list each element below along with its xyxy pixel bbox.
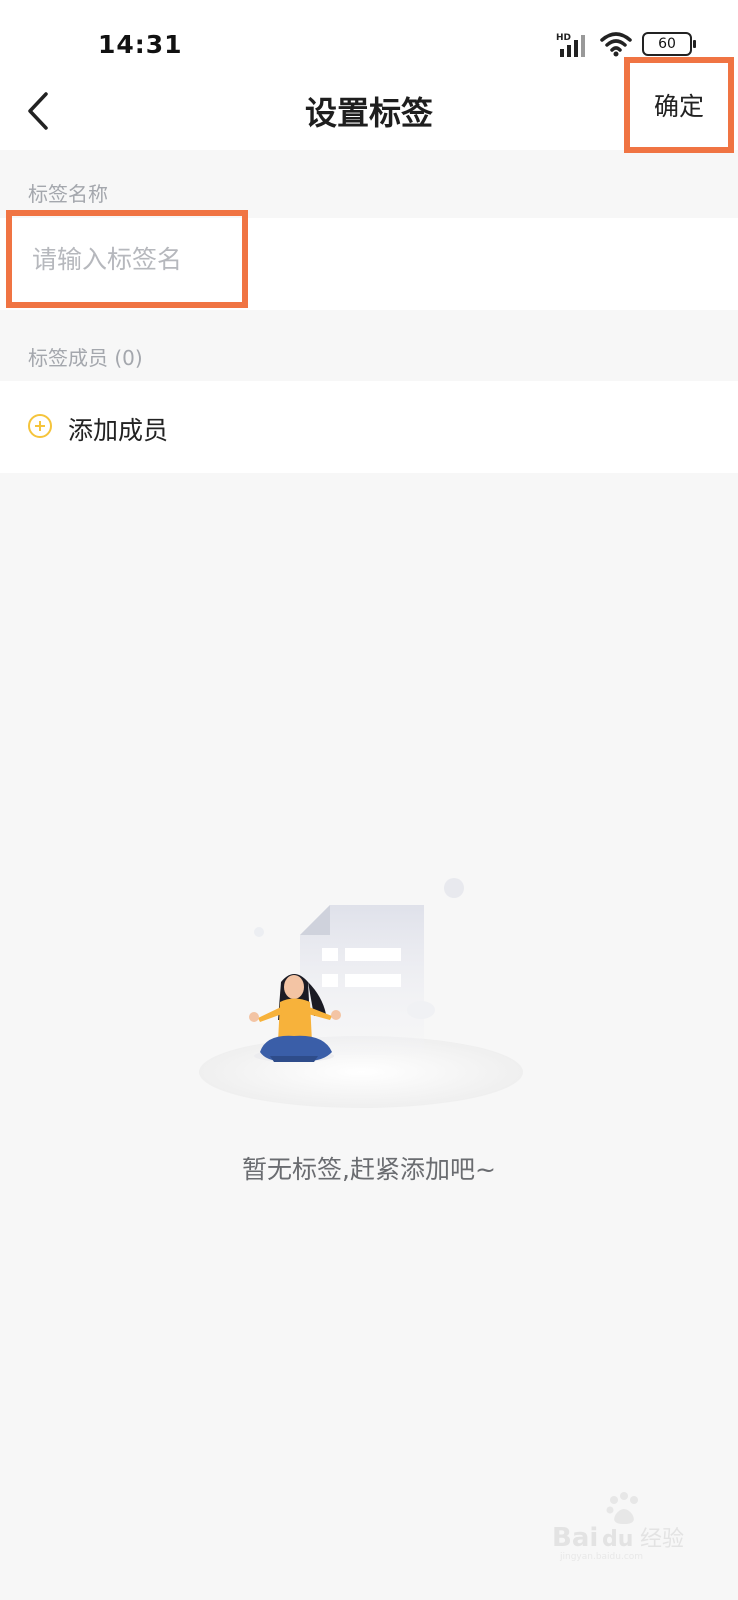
empty-state-illustration	[199, 878, 523, 1108]
svg-text:jingyan.baidu.com: jingyan.baidu.com	[559, 1552, 643, 1562]
wifi-icon	[600, 32, 632, 57]
add-member-button[interactable]: 添加成员	[0, 381, 738, 473]
svg-text:Bai: Bai	[552, 1523, 598, 1553]
add-circle-icon	[28, 414, 52, 438]
tag-name-input[interactable]	[6, 210, 248, 308]
empty-state-message: 暂无标签,赶紧添加吧~	[242, 1155, 496, 1184]
status-icons: HD 60	[556, 30, 696, 58]
nav-bar: 设置标签 确定	[0, 57, 738, 153]
network-badge: HD	[556, 33, 571, 43]
battery-icon: 60	[642, 32, 696, 56]
svg-text:du: du	[602, 1527, 633, 1552]
add-member-label: 添加成员	[68, 416, 169, 445]
tag-name-label: 标签名称	[28, 182, 108, 206]
baidu-watermark-logo: Bai du 经验 jingyan.baidu.com	[552, 1492, 684, 1562]
svg-text:经验: 经验	[640, 1527, 684, 1552]
confirm-button[interactable]: 确定	[624, 57, 734, 153]
tag-name-row	[0, 210, 738, 310]
signal-icon: HD	[556, 33, 585, 57]
tag-members-label: 标签成员 (0)	[28, 346, 143, 370]
status-time: 14:31	[98, 30, 183, 59]
